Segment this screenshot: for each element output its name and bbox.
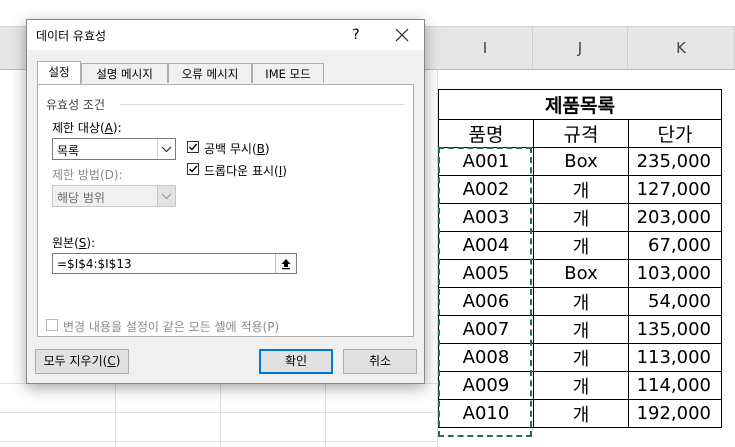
allow-dropdown-button[interactable] [157, 139, 175, 159]
ignore-blank-checkbox[interactable] [187, 141, 199, 153]
source-input[interactable]: =$I$4:$I$13 [52, 253, 297, 274]
data-select-value: 해당 범위 [57, 191, 105, 205]
tab-settings[interactable]: 설정 [37, 61, 81, 84]
cell-code[interactable]: A003 [438, 203, 534, 232]
data-dropdown-button[interactable] [157, 186, 175, 206]
settings-panel: 유효성 조건 제한 대상(A): 목록 공백 무시(B) 드롭다운 표시(I) … [37, 84, 414, 337]
table-title[interactable]: 제품목록 [438, 89, 722, 120]
source-input-value: =$I$4:$I$13 [57, 257, 132, 271]
table-row: A005 Box 103,000 [438, 259, 722, 288]
cell-price[interactable]: 114,000 [628, 371, 722, 400]
allow-select-value: 목록 [57, 144, 80, 158]
cell-spec[interactable]: 개 [533, 231, 629, 260]
column-header-i[interactable]: I [438, 27, 533, 69]
column-header-k[interactable]: K [628, 27, 735, 69]
table-row: A007 개 135,000 [438, 315, 722, 344]
grid-line [0, 441, 438, 442]
grid-line [0, 412, 438, 413]
cell-code[interactable]: A004 [438, 231, 534, 260]
cell-spec[interactable]: Box [533, 259, 629, 288]
ignore-blank-label[interactable]: 공백 무시(B) [204, 140, 270, 157]
help-button[interactable]: ? [345, 24, 367, 46]
data-select[interactable]: 해당 범위 [52, 185, 176, 207]
collapse-arrow-icon [281, 259, 291, 270]
cell-spec[interactable]: 개 [533, 399, 629, 428]
table-row: A008 개 113,000 [438, 343, 722, 372]
header-cell-price[interactable]: 단가 [628, 119, 722, 148]
cell-code[interactable]: A009 [438, 371, 534, 400]
cancel-button[interactable]: 취소 [343, 349, 417, 374]
apply-all-label: 변경 내용을 설정이 같은 모든 셀에 적용(P) [63, 320, 280, 334]
dialog-title: 데이터 유효성 [36, 29, 107, 43]
checkmark-icon [189, 165, 198, 173]
checkmark-icon [189, 143, 198, 151]
cell-price[interactable]: 103,000 [628, 259, 722, 288]
table-row: A002 개 127,000 [438, 175, 722, 204]
table-row: A010 개 192,000 [438, 399, 722, 428]
cell-price[interactable]: 192,000 [628, 399, 722, 428]
cell-spec[interactable]: 개 [533, 175, 629, 204]
clear-all-button[interactable]: 모두 지우기(C) [35, 349, 129, 374]
cell-spec[interactable]: 개 [533, 371, 629, 400]
ok-button[interactable]: 확인 [259, 349, 333, 374]
cell-code[interactable]: A001 [438, 147, 534, 176]
table-row: A004 개 67,000 [438, 231, 722, 260]
cell-code[interactable]: A010 [438, 399, 534, 428]
cell-code[interactable]: A007 [438, 315, 534, 344]
cell-price[interactable]: 67,000 [628, 231, 722, 260]
tab-input-message[interactable]: 설명 메시지 [81, 63, 168, 83]
table-row: A006 개 54,000 [438, 287, 722, 316]
cell-price[interactable]: 203,000 [628, 203, 722, 232]
dialog-titlebar[interactable]: 데이터 유효성 ? [27, 20, 424, 50]
column-header-j[interactable]: J [533, 27, 628, 69]
cell-price[interactable]: 135,000 [628, 315, 722, 344]
allow-select[interactable]: 목록 [52, 138, 176, 160]
cell-price[interactable]: 127,000 [628, 175, 722, 204]
cell-price[interactable]: 235,000 [628, 147, 722, 176]
cell-code[interactable]: A008 [438, 343, 534, 372]
cell-code[interactable]: A002 [438, 175, 534, 204]
header-cell-name[interactable]: 품명 [438, 119, 534, 148]
data-validation-dialog: 데이터 유효성 ? 설정 설명 메시지 오류 메시지 IME 모드 유효성 조건… [26, 19, 425, 384]
group-divider [120, 104, 404, 105]
cell-code[interactable]: A005 [438, 259, 534, 288]
apply-all-checkbox[interactable] [46, 319, 58, 331]
cell-spec[interactable]: 개 [533, 343, 629, 372]
source-label: 원본(S): [52, 236, 96, 250]
cell-price[interactable]: 113,000 [628, 343, 722, 372]
table-row: A001 Box 235,000 [438, 147, 722, 176]
cell-spec[interactable]: 개 [533, 287, 629, 316]
allow-label: 제한 대상(A): [52, 121, 122, 135]
chevron-down-icon [161, 146, 172, 153]
cell-code[interactable]: A006 [438, 287, 534, 316]
tab-error-alert[interactable]: 오류 메시지 [168, 63, 252, 83]
tab-ime-mode[interactable]: IME 모드 [252, 63, 324, 83]
close-button[interactable] [389, 22, 415, 48]
validation-criteria-label: 유효성 조건 [46, 98, 106, 112]
data-label: 제한 방법(D): [52, 168, 123, 182]
chevron-down-icon [161, 193, 172, 200]
close-icon [395, 28, 409, 42]
in-cell-dropdown-label[interactable]: 드롭다운 표시(I) [204, 162, 287, 179]
product-table: 제품목록 품명 규격 단가 A001 Box 235,000 A002 개 12… [438, 89, 722, 428]
header-cell-spec[interactable]: 규격 [533, 119, 629, 148]
cell-spec[interactable]: 개 [533, 315, 629, 344]
cell-price[interactable]: 54,000 [628, 287, 722, 316]
collapse-dialog-button[interactable] [275, 254, 296, 273]
table-row: A009 개 114,000 [438, 371, 722, 400]
cell-spec[interactable]: Box [533, 147, 629, 176]
in-cell-dropdown-checkbox[interactable] [187, 163, 199, 175]
cell-spec[interactable]: 개 [533, 203, 629, 232]
table-row: A003 개 203,000 [438, 203, 722, 232]
